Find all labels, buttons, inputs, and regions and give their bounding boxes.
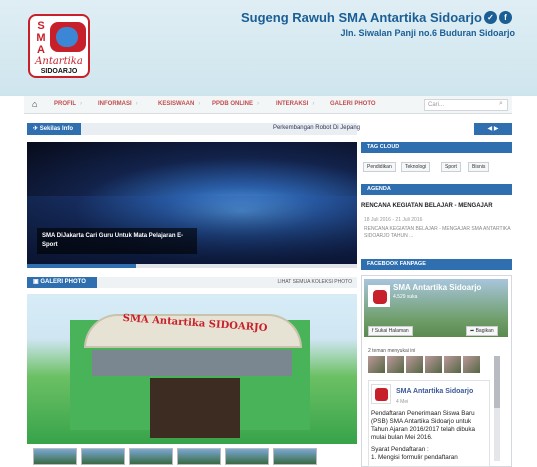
twitter-icon[interactable]: ✓	[484, 11, 497, 24]
friend-avatar[interactable]	[387, 356, 404, 373]
site-title: Sugeng Rawuh SMA Antartika Sidoarjo	[240, 10, 482, 25]
nav-item-informasi[interactable]: INFORMASI ›	[98, 101, 138, 107]
nav-item-kesiswaan[interactable]: KESISWAAN ›	[158, 101, 200, 107]
facebook-friends-text: 2 teman menyukai ini	[368, 348, 416, 354]
post-text-line: Syarat Pendaftaran :	[371, 446, 429, 453]
gallery-thumbnails	[27, 446, 357, 467]
post-avatar[interactable]	[371, 384, 391, 404]
friend-avatar[interactable]	[425, 356, 442, 373]
gallery-thumbnail[interactable]	[129, 448, 173, 465]
facebook-scrollbar-thumb[interactable]	[494, 356, 500, 408]
friend-avatar[interactable]	[368, 356, 385, 373]
school-logo[interactable]: SMA Antartika SIDOARJO	[28, 14, 90, 78]
ticker-text[interactable]: Perkembangan Robot Di Jepang	[180, 125, 360, 131]
facebook-avatar[interactable]	[368, 285, 390, 307]
nav-item-ppdb[interactable]: PPDB ONLINE ›	[212, 101, 259, 107]
tag-bisnis[interactable]: Bisnis	[468, 162, 490, 172]
home-icon[interactable]: ⌂	[32, 99, 37, 109]
logo-city: SIDOARJO	[40, 68, 78, 75]
agenda-title: AGENDA	[361, 184, 512, 195]
agenda-item-date: 18 Juli 2016 - 21 Juli 2016	[364, 217, 423, 223]
facebook-friend-faces	[368, 356, 498, 374]
facebook-page-name[interactable]: SMA Antartika Sidoarjo	[393, 283, 508, 292]
prev-icon[interactable]: ◀	[488, 126, 493, 132]
gallery-thumbnail[interactable]	[177, 448, 221, 465]
tag-sport[interactable]: Sport	[441, 162, 461, 172]
facebook-title: FACEBOOK FANPAGE	[361, 259, 512, 270]
nav-item-profil[interactable]: PROFIL ›	[54, 101, 82, 107]
friend-avatar[interactable]	[444, 356, 461, 373]
gallery-thumbnail[interactable]	[273, 448, 317, 465]
logo-letters: SMA	[36, 20, 46, 56]
next-icon[interactable]: ▶	[494, 126, 499, 132]
agenda-item-desc: RENCANA KEGIATAN BELAJAR - MENGAJAR SMA …	[364, 226, 511, 239]
gallery-label: ▣ GALERI PHOTO	[27, 277, 97, 288]
site-address: Jln. Siwalan Panji no.6 Buduran Sidoarjo	[340, 28, 515, 38]
search-icon[interactable]: ⌕	[499, 100, 503, 108]
tag-pendidikan[interactable]: Pendidikan	[363, 162, 396, 172]
post-time[interactable]: 4 Mei	[396, 399, 456, 405]
nav-item-interaksi[interactable]: INTERAKSI ›	[276, 101, 314, 107]
logo-script: Antartika	[35, 56, 83, 67]
agenda-item-title[interactable]: RENCANA KEGIATAN BELAJAR - MENGAJAR	[361, 203, 511, 209]
tag-teknologi[interactable]: Teknologi	[401, 162, 431, 172]
search-input[interactable]: Cari...	[424, 99, 508, 111]
facebook-share-button[interactable]: ➦ Bagikan	[466, 326, 498, 336]
gallery-see-all-link[interactable]: LIHAT SEMUA KOLEKSI PHOTO	[240, 279, 352, 285]
friend-avatar[interactable]	[406, 356, 423, 373]
school-entrance	[150, 378, 240, 438]
gallery-thumbnail[interactable]	[81, 448, 125, 465]
facebook-likes: 4.529 suka	[393, 294, 418, 300]
slider-progress-fill	[27, 264, 136, 268]
friend-avatar[interactable]	[463, 356, 480, 373]
post-text: Pendaftaran Penerimaan Siswa Baru (PSB) …	[371, 410, 489, 462]
post-text-line: Pendaftaran Penerimaan Siswa Baru (PSB) …	[371, 410, 475, 441]
logo-emblem	[50, 22, 86, 52]
gallery-thumbnail[interactable]	[225, 448, 269, 465]
facebook-icon[interactable]: f	[499, 11, 512, 24]
megaphone-icon: ✈	[33, 126, 40, 132]
ticker-controls[interactable]: ◀ ▶	[474, 123, 512, 135]
post-text-line: 1. Mengisi formulir pendaftaran	[371, 454, 458, 461]
facebook-like-button[interactable]: f Sukai Halaman	[368, 326, 413, 336]
nav-item-galeri[interactable]: GALERI PHOTO	[330, 101, 376, 107]
gallery-thumbnail[interactable]	[33, 448, 77, 465]
slider-caption[interactable]: SMA DiJakarta Cari Guru Untuk Mata Pelaj…	[37, 228, 197, 254]
ticker-label: ✈ Sekilas Info	[27, 123, 81, 135]
post-author[interactable]: SMA Antartika Sidoarjo	[396, 388, 488, 395]
school-canopy	[92, 350, 292, 376]
tag-cloud-title: TAG CLOUD	[361, 142, 512, 153]
